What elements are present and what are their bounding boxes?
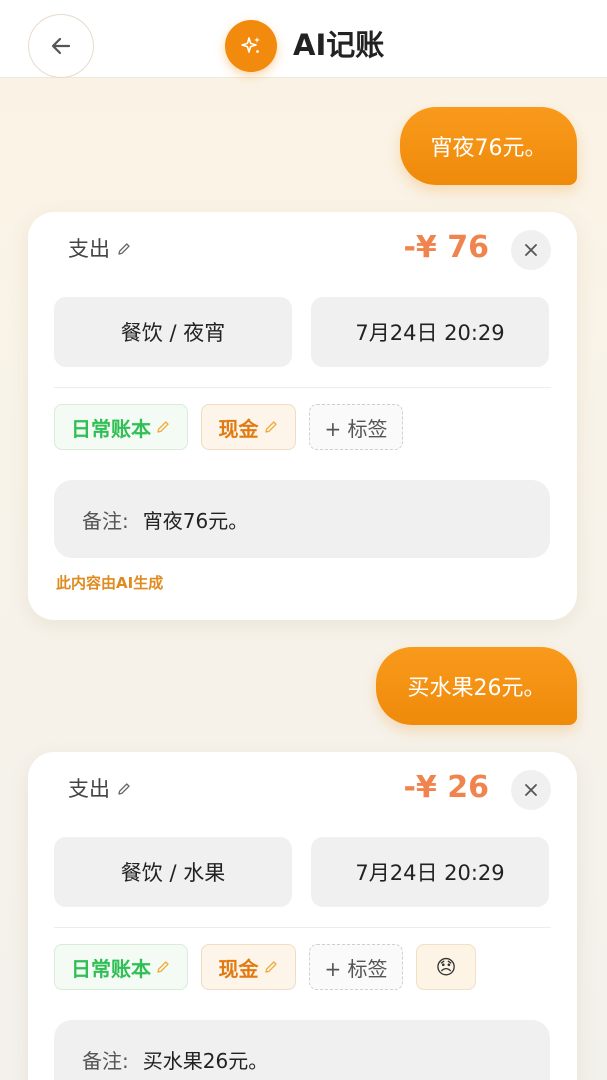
sparkle-icon [239,34,263,58]
note-label: 备注: [82,1048,129,1073]
add-tag-button[interactable]: + 标签 [309,944,403,990]
arrow-left-icon [49,34,73,58]
close-icon [523,782,539,798]
datetime-field[interactable]: 7月24日 20:29 [311,297,549,367]
ai-generated-notice: 此内容由AI生成 [56,574,164,592]
pencil-icon [116,241,132,257]
ledger-chip[interactable]: 日常账本 [54,944,188,990]
close-button[interactable] [511,230,551,270]
record-type[interactable]: 支出 [68,234,132,264]
top-bar: AI记账 [0,0,607,78]
divider [54,387,551,388]
account-label: 现金 [218,416,259,441]
pencil-icon [155,959,171,975]
page-title: AI记账 [293,28,385,62]
ledger-label: 日常账本 [71,956,151,981]
datetime-field[interactable]: 7月24日 20:29 [311,837,549,907]
record-card: 支出 -¥ 26 餐饮 / 水果 7月24日 20:29 日常账本 现金 + 标… [28,752,577,1080]
note-text: 买水果26元。 [142,1048,269,1073]
mood-chip[interactable]: 😞 [416,944,476,990]
record-amount[interactable]: -¥ 76 [403,228,489,268]
add-tag-button[interactable]: + 标签 [309,404,403,450]
pencil-icon [263,959,279,975]
ai-brand-badge [225,20,277,72]
account-chip[interactable]: 现金 [201,404,296,450]
record-type-label: 支出 [68,237,110,261]
category-field[interactable]: 餐饮 / 夜宵 [54,297,292,367]
ledger-label: 日常账本 [71,416,151,441]
note-text: 宵夜76元。 [142,508,249,533]
record-amount[interactable]: -¥ 26 [403,768,489,808]
back-button[interactable] [28,14,94,78]
pencil-icon [263,419,279,435]
account-label: 现金 [218,956,259,981]
disappointed-face-icon: 😞 [435,955,457,979]
user-message-bubble: 宵夜76元。 [400,107,577,185]
close-button[interactable] [511,770,551,810]
ledger-chip[interactable]: 日常账本 [54,404,188,450]
category-field[interactable]: 餐饮 / 水果 [54,837,292,907]
pencil-icon [116,781,132,797]
pencil-icon [155,419,171,435]
close-icon [523,242,539,258]
record-card: 支出 -¥ 76 餐饮 / 夜宵 7月24日 20:29 日常账本 现金 + 标… [28,212,577,620]
record-type[interactable]: 支出 [68,774,132,804]
account-chip[interactable]: 现金 [201,944,296,990]
divider [54,927,551,928]
note-label: 备注: [82,508,129,533]
note-box[interactable]: 备注: 宵夜76元。 [54,480,550,558]
record-type-label: 支出 [68,777,110,801]
user-message-bubble: 买水果26元。 [376,647,577,725]
note-box[interactable]: 备注: 买水果26元。 [54,1020,550,1080]
